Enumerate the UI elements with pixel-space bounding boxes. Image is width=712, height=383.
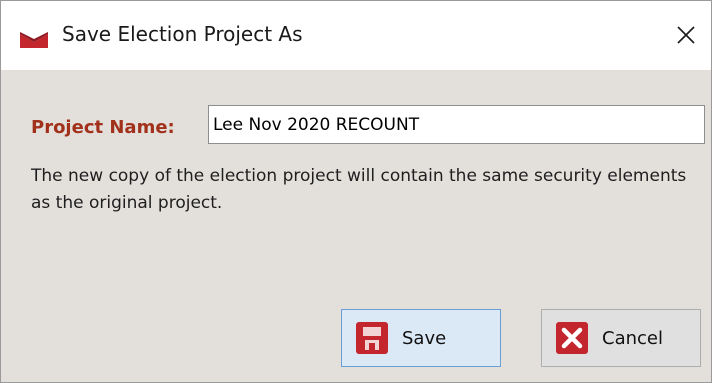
save-project-dialog: Save Election Project As Project Name: T… <box>0 0 712 383</box>
floppy-disk-icon <box>356 322 388 354</box>
project-name-input[interactable] <box>208 105 705 144</box>
save-button-label: Save <box>402 327 447 349</box>
dialog-title: Save Election Project As <box>62 22 303 46</box>
close-icon <box>677 26 695 44</box>
dialog-body: Project Name: The new copy of the electi… <box>1 70 711 382</box>
cancel-button-label: Cancel <box>602 327 663 349</box>
cancel-button[interactable]: Cancel <box>541 309 701 367</box>
title-bar[interactable]: Save Election Project As <box>1 1 711 70</box>
close-button[interactable] <box>661 13 711 57</box>
red-x-icon <box>556 322 588 354</box>
description-text: The new copy of the election project wil… <box>31 166 687 213</box>
app-icon <box>20 32 48 48</box>
save-button[interactable]: Save <box>341 309 501 367</box>
project-name-label: Project Name: <box>31 117 175 138</box>
